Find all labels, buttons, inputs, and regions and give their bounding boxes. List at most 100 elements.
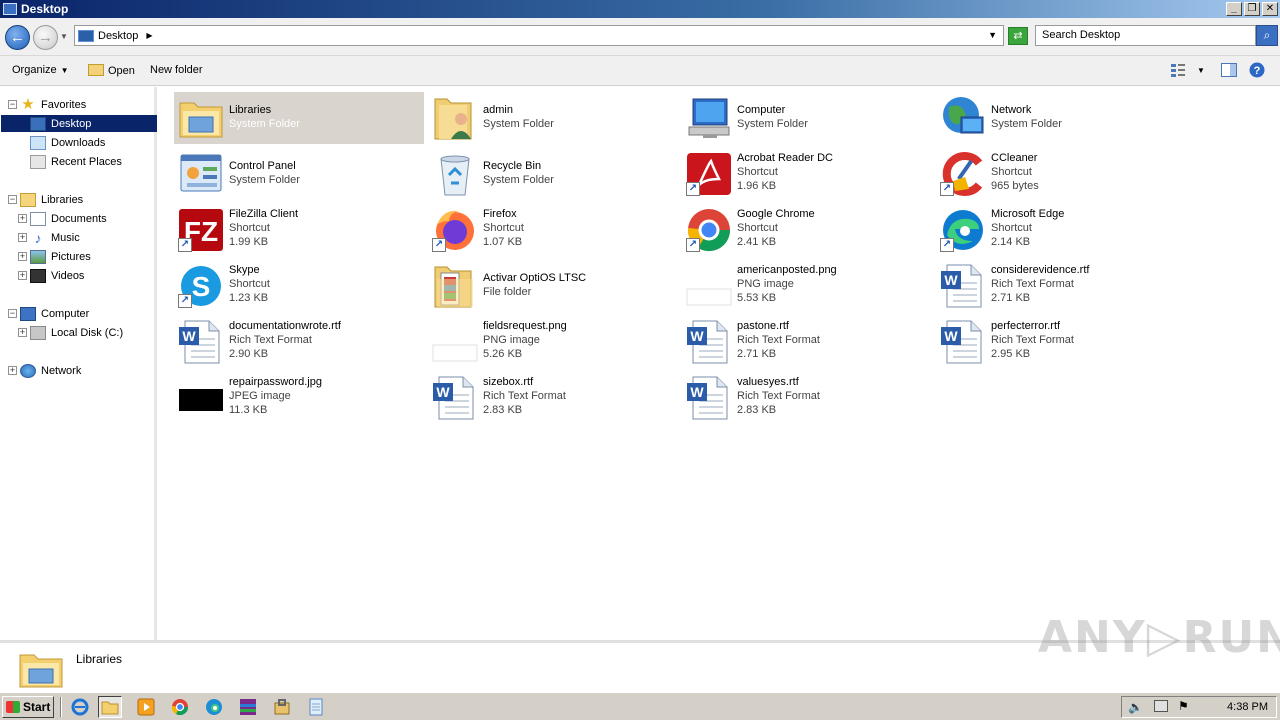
rtf-file-icon: W [685,319,733,365]
file-item-type: Rich Text Format [483,390,566,402]
file-item-size: 1.96 KB [737,180,777,192]
explorer-window-icon [3,3,17,15]
file-item[interactable]: fieldsrequest.png PNG image 5.26 KB [428,316,678,368]
videos-expand-icon[interactable]: + [18,271,27,280]
file-item[interactable]: ↗ Google Chrome Shortcut 2.41 KB [682,204,932,256]
nav-documents[interactable]: Documents [30,210,107,227]
search-input[interactable]: Search Desktop [1035,25,1256,46]
nav-network[interactable]: Network [20,362,81,379]
svg-text:W: W [182,328,196,344]
minimize-button[interactable]: _ [1226,2,1242,16]
help-icon[interactable]: ? [1249,62,1265,78]
svg-text:W: W [436,384,450,400]
file-item-type: System Folder [483,174,554,186]
file-item[interactable]: Computer System Folder [682,92,932,144]
music-icon: ♪ [34,229,42,246]
file-item-type: Shortcut [991,222,1032,234]
view-options-dropdown[interactable]: ▼ [1197,66,1205,75]
edge-taskbar-icon[interactable] [202,696,226,718]
file-item[interactable]: FZ ↗ FileZilla Client Shortcut 1.99 KB [174,204,424,256]
internet-explorer-icon[interactable] [68,696,92,718]
preview-pane-icon[interactable] [1221,63,1237,77]
file-item[interactable]: Wconsiderevidence.rtf Rich Text Format 2.7… [936,260,1186,312]
music-expand-icon[interactable]: + [18,233,27,242]
videos-icon [30,268,46,283]
explorer-taskbar-icon[interactable] [98,696,122,718]
open-button[interactable]: Open [88,64,135,77]
file-item-type: System Folder [229,118,300,130]
start-button[interactable]: Start [2,696,54,718]
file-item-name: Control Panel [229,160,296,172]
new-folder-button[interactable]: New folder [150,64,203,76]
file-item[interactable]: repairpassword.jpg JPEG image 11.3 KB [174,372,424,424]
file-item[interactable]: ↗ Acrobat Reader DC Shortcut 1.96 KB [682,148,932,200]
svg-text:W: W [944,328,958,344]
file-item[interactable]: Wperfecterror.rtf Rich Text Format 2.95 KB [936,316,1186,368]
title-bar: Desktop _ ❐ ✕ [0,0,1280,18]
favorites-collapse-icon[interactable]: − [8,100,17,109]
file-item[interactable]: Wdocumentationwrote.rtf Rich Text Format 2… [174,316,424,368]
command-bar: Organize ▼ Open New folder ▼ ? [0,56,1280,86]
network-expand-icon[interactable]: + [8,366,17,375]
breadcrumb-desktop[interactable]: Desktop [98,30,138,42]
refresh-button[interactable]: ⇄ [1008,27,1028,45]
nav-libraries[interactable]: Libraries [20,191,83,208]
forward-button[interactable]: → [33,25,58,50]
change-view-icon[interactable] [1170,63,1186,77]
file-item[interactable]: ↗ Firefox Shortcut 1.07 KB [428,204,678,256]
notepad-taskbar-icon[interactable] [304,696,328,718]
network-tray-icon[interactable] [1154,700,1168,712]
restore-button[interactable]: ❐ [1244,2,1260,16]
nav-videos[interactable]: Videos [30,267,84,284]
file-item[interactable]: admin System Folder [428,92,678,144]
network-icon [20,363,36,378]
local-disk-expand-icon[interactable]: + [18,328,27,337]
organize-button[interactable]: Organize ▼ [12,64,69,76]
nav-music[interactable]: ♪ Music [30,229,80,246]
recent-pages-dropdown[interactable]: ▼ [60,32,68,41]
action-center-flag-icon[interactable]: ⚑ [1178,699,1189,713]
recent-places-icon [30,154,46,169]
volume-icon[interactable]: 🔈 [1128,700,1143,714]
file-item[interactable]: Activar OptiOS LTSC File folder [428,260,678,312]
file-item-name: Firefox [483,208,517,220]
chrome-taskbar-icon[interactable] [168,696,192,718]
search-icon[interactable]: ⌕ [1256,25,1278,46]
file-item-type: System Folder [483,118,554,130]
file-item[interactable]: Recycle Bin System Folder [428,148,678,200]
media-player-icon[interactable] [134,696,158,718]
file-item-text: Network System Folder [991,103,1062,131]
nav-computer[interactable]: Computer [20,305,89,322]
security-taskbar-icon[interactable] [270,696,294,718]
file-item[interactable]: Control Panel System Folder [174,148,424,200]
nav-favorites[interactable]: ★ Favorites [20,96,86,113]
clock[interactable]: 4:38 PM [1227,701,1268,713]
file-item-name: documentationwrote.rtf [229,320,341,332]
libraries-collapse-icon[interactable]: − [8,195,17,204]
file-item-text: sizebox.rtf Rich Text Format 2.83 KB [483,375,566,417]
file-item[interactable]: Network System Folder [936,92,1186,144]
nav-downloads[interactable]: Downloads [30,134,105,151]
computer-icon [685,95,733,141]
file-item[interactable]: ↗ CCleaner Shortcut 965 bytes [936,148,1186,200]
file-item[interactable]: ↗ Microsoft Edge Shortcut 2.14 KB [936,204,1186,256]
computer-collapse-icon[interactable]: − [8,309,17,318]
file-item[interactable]: Wpastone.rtf Rich Text Format 2.71 KB [682,316,932,368]
file-item[interactable]: Wsizebox.rtf Rich Text Format 2.83 KB [428,372,678,424]
file-item[interactable]: Libraries System Folder [174,92,424,144]
nav-recent-places[interactable]: Recent Places [30,153,122,170]
breadcrumb-chevron-icon[interactable]: ▶ [146,31,152,40]
nav-pictures[interactable]: Pictures [30,248,91,265]
file-item[interactable]: americanposted.png PNG image 5.53 KB [682,260,932,312]
documents-expand-icon[interactable]: + [18,214,27,223]
file-item[interactable]: Wvaluesyes.rtf Rich Text Format 2.83 KB [682,372,932,424]
nav-desktop[interactable]: Desktop [1,115,157,132]
nav-local-disk[interactable]: Local Disk (C:) [30,324,123,341]
address-bar[interactable]: Desktop ▶ ▼ [74,25,1004,46]
pictures-expand-icon[interactable]: + [18,252,27,261]
winrar-taskbar-icon[interactable] [236,696,260,718]
back-button[interactable]: ← [5,25,30,50]
address-dropdown-icon[interactable]: ▼ [988,30,997,40]
close-button[interactable]: ✕ [1262,2,1278,16]
file-item[interactable]: S ↗ Skype Shortcut 1.23 KB [174,260,424,312]
